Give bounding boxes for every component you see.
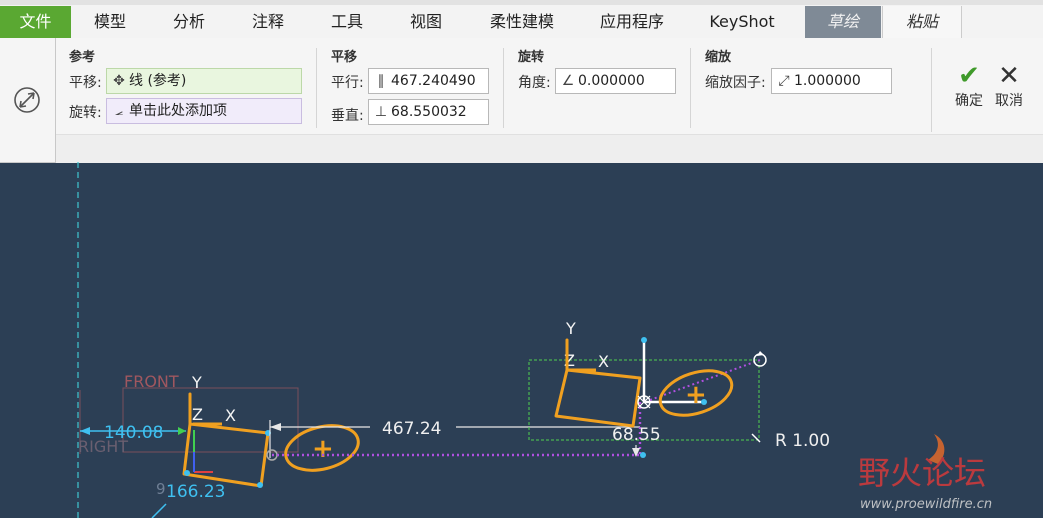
left-plus-marker: + (312, 434, 334, 464)
tab-applications[interactable]: 应用程序 (580, 6, 684, 38)
rotate-reference-value: 单击此处添加项 (129, 103, 227, 119)
checkmark-icon: ✔ (958, 61, 980, 91)
parallel-icon: ∥ (377, 73, 385, 89)
rotate-handle-icon[interactable] (11, 84, 43, 116)
dim-left-horizontal: 140.08 (104, 423, 163, 443)
rotate-ref-icon: ⦟ (114, 103, 124, 119)
tab-file[interactable]: 文件 (0, 6, 71, 38)
right-axis-x-label: X (598, 352, 609, 371)
translate-label: 平移: (69, 75, 102, 91)
cancel-button[interactable]: ✕ 取消 (990, 62, 1028, 110)
reference-group-title: 参考 (69, 50, 96, 65)
forum-watermark: 野火论坛 www.proewildfire.cn (858, 434, 992, 512)
angle-icon: ∠ (561, 73, 575, 89)
rotation-group-title: 旋转 (518, 50, 545, 65)
parallel-input[interactable]: ∥ 467.240490 (368, 68, 489, 94)
angle-value: 0.000000 (578, 73, 645, 89)
close-icon: ✕ (998, 61, 1020, 91)
dim-166-leader (151, 503, 167, 518)
ribbon-collapsed-strip (56, 134, 1043, 163)
scale-factor-value: 1.000000 (794, 73, 861, 89)
tab-analysis[interactable]: 分析 (150, 6, 228, 38)
left-axis-z-label: Z (192, 405, 203, 424)
parallel-label: 平行: (331, 75, 364, 91)
left-axis-y-label: Y (191, 373, 202, 392)
ok-label: 确定 (955, 93, 983, 109)
ribbon: 参考 平移: ✥ 线 (参考) 旋转: ⦟ 单击此处添加项 平移 平行: ∥ 467.… (0, 38, 1043, 163)
translate-reference-value: 线 (参考) (129, 73, 187, 89)
ribbon-left-divider (55, 38, 56, 162)
dim-140-arrow-green (178, 427, 186, 435)
datum-label-front: FRONT (124, 372, 179, 391)
scale-factor-input[interactable]: ⤢ 1.000000 (771, 68, 892, 94)
tab-model[interactable]: 模型 (72, 6, 148, 38)
dim-partial-label: 9 (156, 480, 166, 498)
perpendicular-value: 68.550032 (391, 104, 467, 120)
watermark-title: 野火论坛 (858, 454, 986, 492)
angle-label: 角度: (518, 75, 551, 91)
radius-dimension: R 1.00 (775, 431, 830, 451)
watermark-url: www.proewildfire.cn (860, 497, 992, 512)
translate-reference-collector[interactable]: ✥ 线 (参考) (106, 68, 302, 94)
move-handle-top-point (641, 337, 647, 343)
group-divider (316, 48, 317, 128)
tab-sketch[interactable]: 草绘 (805, 6, 881, 38)
perp-end-point (640, 452, 646, 458)
tab-view[interactable]: 视图 (388, 6, 464, 38)
graphics-canvas[interactable]: FRONT RIGHT Y Z X 140.08 166.23 9 + 467.… (0, 162, 1043, 518)
rotate-reference-collector[interactable]: ⦟ 单击此处添加项 (106, 98, 302, 124)
group-divider (503, 48, 504, 128)
tab-tools[interactable]: 工具 (308, 6, 386, 38)
title-strip (0, 0, 1043, 5)
group-divider (690, 48, 691, 128)
group-divider (931, 48, 932, 132)
scale-factor-label: 缩放因子: (705, 75, 766, 91)
move-icon: ✥ (113, 73, 125, 89)
ok-button[interactable]: ✔ 确定 (950, 62, 988, 110)
menu-bar: 文件 模型 分析 注释 工具 视图 柔性建模 应用程序 KeyShot 草绘 粘… (0, 0, 1043, 39)
scale-group-title: 缩放 (705, 50, 732, 65)
rotate-label: 旋转: (69, 105, 102, 121)
translation-group-title: 平移 (331, 50, 358, 65)
dim-140-arrow (80, 427, 90, 435)
left-vertex (257, 482, 263, 488)
parallel-value: 467.240490 (391, 73, 476, 89)
tab-annotate[interactable]: 注释 (230, 6, 306, 38)
tab-paste[interactable]: 粘贴 (882, 6, 962, 38)
dim-parallel-value: 467.24 (382, 419, 441, 439)
dim-left-vertical: 166.23 (166, 482, 225, 502)
dim-perpendicular-value: 68.55 (612, 425, 661, 445)
perpendicular-icon: ⊥ (374, 104, 388, 120)
angle-input[interactable]: ∠ 0.000000 (555, 68, 676, 94)
right-axis-y-label: Y (565, 319, 576, 338)
right-plus-marker: + (685, 380, 707, 410)
left-axis-x-label: X (225, 406, 236, 425)
perpendicular-label: 垂直: (331, 108, 364, 124)
left-vertex (184, 470, 190, 476)
dim-467-arrow (270, 423, 281, 431)
scale-icon: ⤢ (778, 73, 790, 89)
perpendicular-input[interactable]: ⊥ 68.550032 (368, 99, 489, 125)
cancel-label: 取消 (995, 93, 1023, 109)
sketch-graphics: FRONT RIGHT Y Z X 140.08 166.23 9 + 467.… (77, 162, 992, 518)
tab-keyshot[interactable]: KeyShot (686, 6, 798, 38)
tab-flexible-modeling[interactable]: 柔性建模 (466, 6, 578, 38)
